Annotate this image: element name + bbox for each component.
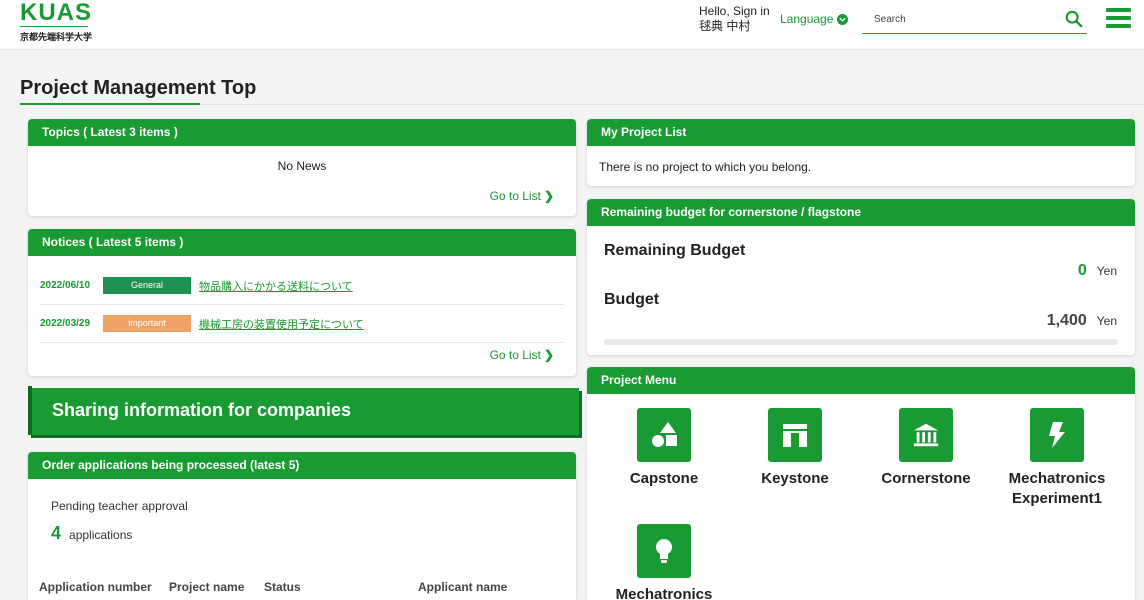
budget-value: 1,400 Yen (1047, 312, 1117, 330)
notice-badge-important: important (103, 315, 191, 332)
bolt-icon (1030, 408, 1084, 462)
menu-label: Keystone (761, 470, 829, 487)
pending-count-group[interactable]: 4 applications (51, 523, 132, 544)
project-menu-card: Project Menu Capstone Keystone Cornersto… (587, 367, 1135, 600)
currency-label: Yen (1096, 314, 1117, 328)
menu-keystone[interactable]: Keystone (730, 408, 860, 489)
chevron-down-circle-icon (837, 13, 849, 25)
pending-count: 4 (51, 523, 62, 543)
notice-date: 2022/03/29 (40, 318, 91, 329)
notice-row: 2022/06/10 General 物品購入にかかる送料について (40, 267, 564, 305)
sharing-info-label: Sharing information for companies (52, 400, 352, 420)
topics-card-title: Topics ( Latest 3 items ) (28, 119, 576, 146)
remaining-budget-label: Remaining Budget (604, 242, 746, 259)
sharing-info-button[interactable]: Sharing information for companies (28, 388, 579, 435)
menu-capstone[interactable]: Capstone (599, 408, 729, 489)
budget-progress-bar (604, 339, 1118, 345)
notices-card: Notices ( Latest 5 items ) 2022/06/10 Ge… (28, 229, 576, 376)
project-menu-title: Project Menu (587, 367, 1135, 394)
notice-row: 2022/03/29 important 機械工房の装置使用予定について (40, 305, 564, 343)
chevron-right-icon: ❯ (543, 348, 554, 362)
menu-label: Cornerstone (881, 470, 971, 487)
budget-label: Budget (604, 291, 660, 308)
institution-icon (899, 408, 953, 462)
language-label: Language (780, 12, 834, 26)
my-project-empty-text: There is no project to which you belong. (599, 160, 812, 174)
budget-amount: 1,400 (1046, 312, 1087, 329)
remaining-budget-value: 0 Yen (1078, 262, 1117, 280)
kuas-logo[interactable]: KUAS 京都先端科学大学 (20, 0, 95, 42)
logo-rule (20, 26, 88, 27)
budget-card: Remaining budget for cornerstone / flags… (587, 199, 1135, 355)
my-project-list-card: My Project List There is no project to w… (587, 119, 1135, 186)
greeting-signin: Hello, Sign in (699, 4, 770, 18)
page-title: Project Management Top (20, 77, 257, 99)
pending-approval-label: Pending teacher approval (51, 499, 188, 513)
shapes-icon (637, 408, 691, 462)
menu-cornerstone[interactable]: Cornerstone (861, 408, 991, 489)
search-box (862, 6, 1087, 34)
user-greeting[interactable]: Hello, Sign in 毬典 中村 (699, 4, 770, 34)
notice-badge-general: General (103, 277, 191, 294)
my-project-list-title: My Project List (587, 119, 1135, 146)
chevron-right-icon: ❯ (543, 189, 554, 203)
menu-label: Mechatronics Experiment1 (1008, 470, 1106, 507)
top-header: KUAS 京都先端科学大学 Hello, Sign in 毬典 中村 Langu… (0, 0, 1144, 50)
currency-label: Yen (1096, 264, 1117, 278)
notice-link[interactable]: 機械工房の装置使用予定について (199, 316, 364, 332)
greeting-username: 毬典 中村 (699, 19, 751, 33)
orders-card-title: Order applications being processed (late… (28, 452, 576, 479)
column-header-application-number[interactable]: Application number (39, 580, 152, 594)
column-header-applicant-name[interactable]: Applicant name (418, 580, 507, 594)
sharing-accent-bar (28, 386, 32, 435)
pending-unit: applications (69, 528, 133, 542)
search-icon[interactable] (1065, 10, 1083, 33)
topics-empty-text: No News (277, 159, 327, 173)
column-header-status[interactable]: Status (264, 580, 301, 594)
topics-goto-list-link[interactable]: Go to List ❯ (490, 189, 554, 203)
lightbulb-icon (637, 524, 691, 578)
column-header-project-name[interactable]: Project name (169, 580, 244, 594)
search-input[interactable] (862, 14, 1052, 25)
arch-icon (768, 408, 822, 462)
remaining-budget-amount: 0 (1077, 262, 1087, 279)
goto-list-label: Go to List (489, 189, 541, 203)
notices-goto-list-link[interactable]: Go to List ❯ (490, 348, 554, 362)
menu-label: Capstone (629, 470, 699, 487)
menu-mechatronics-experiment1[interactable]: Mechatronics Experiment1 (992, 408, 1122, 509)
logo-wordmark: KUAS (20, 0, 93, 26)
notice-link[interactable]: 物品購入にかかる送料について (199, 278, 353, 294)
menu-label: Mechatronics (615, 586, 713, 600)
budget-card-title: Remaining budget for cornerstone / flags… (587, 199, 1135, 226)
topics-card: Topics ( Latest 3 items ) No News Go to … (28, 119, 576, 216)
menu-hamburger-icon[interactable] (1106, 8, 1131, 30)
menu-mechatronics[interactable]: Mechatronics (599, 524, 729, 600)
notices-card-title: Notices ( Latest 5 items ) (28, 229, 576, 256)
logo-university-name: 京都先端科学大学 (20, 32, 93, 42)
title-underline (20, 103, 200, 105)
language-selector[interactable]: Language (780, 12, 849, 26)
notice-date: 2022/06/10 (40, 280, 91, 291)
orders-card: Order applications being processed (late… (28, 452, 576, 600)
goto-list-label: Go to List (489, 348, 541, 362)
